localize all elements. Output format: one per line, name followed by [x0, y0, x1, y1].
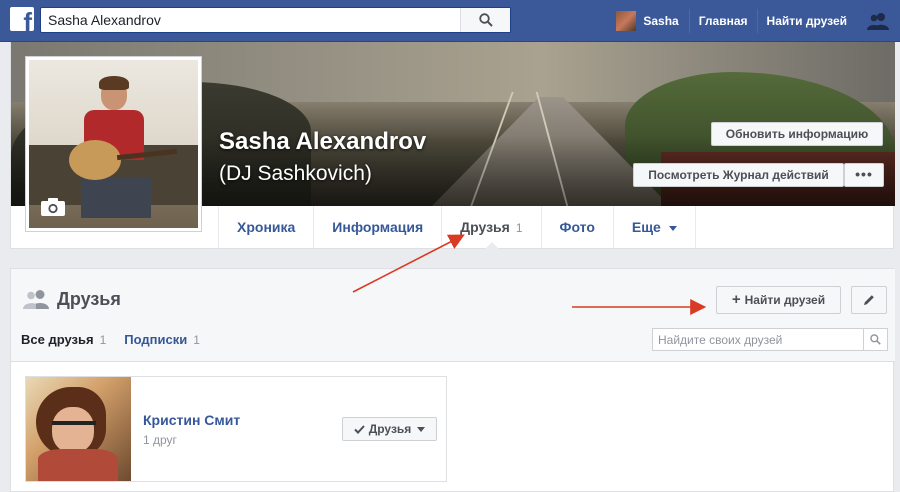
tab-all-friends[interactable]: Все друзья 1 [21, 332, 106, 347]
friends-title: Друзья [57, 289, 121, 309]
friend-requests-button[interactable] [856, 0, 900, 42]
profile-name[interactable]: Sasha Alexandrov [219, 128, 426, 156]
facebook-logo-icon[interactable]: f [10, 7, 34, 31]
photo-guitar [69, 140, 121, 180]
tab-timeline[interactable]: Хроника [218, 206, 313, 248]
pencil-icon [864, 295, 874, 305]
home-link[interactable]: Главная [690, 9, 758, 33]
tab-following[interactable]: Подписки 1 [124, 332, 200, 347]
friend-status-label: Друзья [368, 422, 412, 436]
all-friends-count: 1 [99, 333, 107, 347]
friend-mutual-count[interactable]: 1 друг [143, 433, 177, 447]
tab-more[interactable]: Еще [612, 206, 696, 248]
profile-header: Sasha Alexandrov (DJ Sashkovich) Обновит… [10, 42, 895, 249]
profile-alternate-name: (DJ Sashkovich) [219, 162, 372, 185]
search-button[interactable] [460, 8, 510, 32]
tab-photos-label: Фото [559, 219, 595, 235]
plus-icon: + [731, 291, 741, 308]
tab-about-label: Информация [332, 219, 424, 235]
profile-photo [29, 60, 198, 228]
activity-log-button[interactable]: Посмотреть Журнал действий [633, 163, 844, 187]
friend-requests-icon [867, 13, 889, 30]
friend-card: Кристин Смит 1 друг Друзья [25, 376, 447, 482]
user-name: Sasha [643, 14, 679, 28]
find-friends-label: Найти друзей [744, 293, 826, 307]
following-count: 1 [193, 333, 200, 347]
tab-friends-label: Друзья [460, 219, 510, 235]
following-label: Подписки [124, 332, 188, 347]
tab-more-label: Еще [631, 219, 661, 235]
check-icon [353, 424, 365, 434]
friend-avatar[interactable] [26, 377, 131, 481]
friends-sub-tabs: Все друзья 1 Подписки 1 [21, 332, 218, 347]
friends-section: Друзья + Найти друзей Все друзья 1 Подписк… [10, 268, 895, 492]
find-friends-button[interactable]: + Найти друзей [716, 286, 841, 314]
top-navigation-bar: f Sasha Главная Найти друзей [0, 0, 900, 42]
friends-icon [23, 290, 49, 309]
search-icon [478, 13, 493, 27]
chevron-down-icon [668, 225, 677, 231]
friend-search-input[interactable] [653, 329, 863, 350]
edit-button[interactable] [851, 286, 887, 314]
photo-legs [81, 178, 151, 218]
top-right-nav: Sasha Главная Найти друзей [610, 0, 900, 42]
tab-photos[interactable]: Фото [540, 206, 613, 248]
tab-about[interactable]: Информация [313, 206, 441, 248]
all-friends-label: Все друзья [21, 332, 94, 347]
friend-name[interactable]: Кристин Смит [143, 412, 240, 428]
tab-timeline-label: Хроника [237, 219, 296, 235]
friend-search-button[interactable] [863, 329, 887, 350]
tab-friends[interactable]: Друзья 1 [441, 206, 540, 249]
friends-header: Друзья + Найти друзей Все друзья 1 Подписк… [11, 269, 895, 362]
search-input[interactable] [41, 8, 461, 32]
friend-status-button[interactable]: Друзья [342, 417, 437, 441]
tab-friends-count: 1 [515, 221, 523, 235]
more-options-button[interactable]: ••• [844, 163, 884, 187]
friend-photo-glasses [52, 421, 96, 431]
chevron-down-icon [417, 426, 426, 432]
profile-tabs: Хроника Информация Друзья 1 Фото Еще [218, 206, 696, 249]
friend-search-box[interactable] [652, 328, 888, 351]
profile-picture[interactable] [25, 56, 202, 232]
search-bar[interactable] [40, 7, 511, 33]
user-avatar [616, 11, 637, 31]
search-icon [870, 334, 881, 345]
photo-hair [99, 76, 129, 90]
update-info-button[interactable]: Обновить информацию [711, 122, 883, 146]
camera-icon[interactable] [41, 198, 65, 216]
find-friends-link[interactable]: Найти друзей [758, 9, 856, 33]
friend-photo-scarf [38, 449, 118, 481]
top-user-link[interactable]: Sasha [610, 9, 690, 33]
